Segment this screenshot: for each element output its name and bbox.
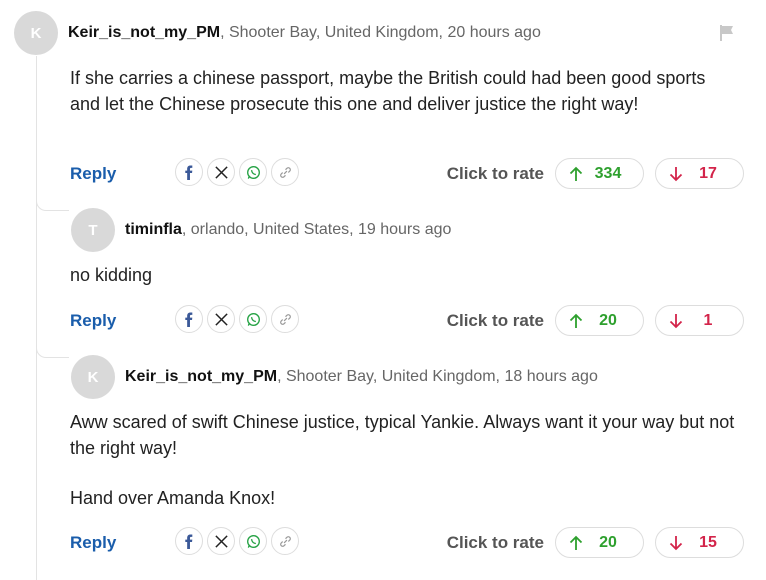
- rate-label: Click to rate: [446, 533, 544, 552]
- facebook-icon: [184, 164, 192, 180]
- avatar[interactable]: K: [14, 11, 58, 55]
- username[interactable]: Keir_is_not_my_PM: [125, 368, 277, 385]
- reply-connector: [36, 196, 69, 211]
- link-icon: [279, 535, 291, 547]
- comment-paragraph: Aww scared of swift Chinese justice, typ…: [70, 412, 735, 458]
- reply-button[interactable]: Reply: [70, 311, 116, 331]
- upvote-count: 20: [599, 533, 617, 551]
- whatsapp-share-button[interactable]: [239, 527, 267, 555]
- share-buttons: [175, 158, 299, 186]
- upvote-count: 20: [599, 311, 617, 329]
- rate-label: Click to rate: [446, 164, 544, 183]
- comment-body: If she carries a chinese passport, maybe…: [70, 65, 740, 117]
- arrow-up-icon: [569, 166, 583, 181]
- copy-link-button[interactable]: [271, 527, 299, 555]
- reply-button[interactable]: Reply: [70, 164, 116, 184]
- downvote-button[interactable]: 17: [655, 158, 744, 189]
- arrow-down-icon: [669, 313, 683, 328]
- upvote-count: 334: [594, 164, 622, 182]
- location-time: , orlando, United States, 19 hours ago: [181, 221, 452, 238]
- username[interactable]: Keir_is_not_my_PM: [68, 24, 220, 41]
- share-buttons: [175, 305, 299, 333]
- x-icon: [214, 312, 228, 326]
- thread-line: [36, 56, 37, 580]
- username[interactable]: timinfla: [125, 221, 182, 238]
- arrow-down-icon: [669, 166, 683, 181]
- avatar[interactable]: K: [71, 355, 115, 399]
- downvote-count: 1: [703, 311, 713, 329]
- reply-button[interactable]: Reply: [70, 533, 116, 553]
- facebook-icon: [184, 311, 192, 327]
- comment-actions: Reply Click to rate 334 17: [70, 158, 744, 190]
- downvote-count: 15: [699, 533, 717, 551]
- copy-link-button[interactable]: [271, 305, 299, 333]
- arrow-up-icon: [569, 313, 583, 328]
- link-icon: [279, 166, 291, 178]
- whatsapp-icon: [246, 165, 260, 179]
- share-buttons: [175, 527, 299, 555]
- comment-actions: Reply Click to rate 20 15: [70, 527, 744, 559]
- x-share-button[interactable]: [207, 527, 235, 555]
- comment-meta: timinfla, orlando, United States, 19 hou…: [125, 221, 451, 239]
- facebook-share-button[interactable]: [175, 305, 203, 333]
- comment-body: no kidding: [70, 262, 740, 288]
- location-time: , Shooter Bay, United Kingdom, 20 hours …: [220, 24, 541, 41]
- comment-actions: Reply Click to rate 20 1: [70, 305, 744, 337]
- whatsapp-share-button[interactable]: [239, 158, 267, 186]
- x-icon: [214, 165, 228, 179]
- x-icon: [214, 534, 228, 548]
- facebook-icon: [184, 533, 192, 549]
- arrow-up-icon: [569, 535, 583, 550]
- link-icon: [279, 313, 291, 325]
- whatsapp-icon: [246, 534, 260, 548]
- reply-connector: [36, 343, 69, 358]
- avatar[interactable]: T: [71, 208, 115, 252]
- comment-meta: Keir_is_not_my_PM, Shooter Bay, United K…: [125, 368, 598, 386]
- comment-meta: Keir_is_not_my_PM, Shooter Bay, United K…: [68, 24, 541, 42]
- facebook-share-button[interactable]: [175, 158, 203, 186]
- x-share-button[interactable]: [207, 305, 235, 333]
- facebook-share-button[interactable]: [175, 527, 203, 555]
- whatsapp-icon: [246, 312, 260, 326]
- upvote-button[interactable]: 20: [555, 527, 644, 558]
- comment-paragraph: If she carries a chinese passport, maybe…: [70, 68, 706, 114]
- upvote-button[interactable]: 20: [555, 305, 644, 336]
- whatsapp-share-button[interactable]: [239, 305, 267, 333]
- downvote-button[interactable]: 1: [655, 305, 744, 336]
- downvote-button[interactable]: 15: [655, 527, 744, 558]
- copy-link-button[interactable]: [271, 158, 299, 186]
- flag-icon[interactable]: [718, 24, 736, 42]
- arrow-down-icon: [669, 535, 683, 550]
- comment-paragraph: no kidding: [70, 265, 153, 285]
- location-time: , Shooter Bay, United Kingdom, 18 hours …: [277, 368, 598, 385]
- x-share-button[interactable]: [207, 158, 235, 186]
- comment-paragraph: Hand over Amanda Knox!: [70, 488, 276, 508]
- comment-body: Aww scared of swift Chinese justice, typ…: [70, 409, 740, 511]
- rate-label: Click to rate: [446, 311, 544, 330]
- upvote-button[interactable]: 334: [555, 158, 644, 189]
- downvote-count: 17: [699, 164, 717, 182]
